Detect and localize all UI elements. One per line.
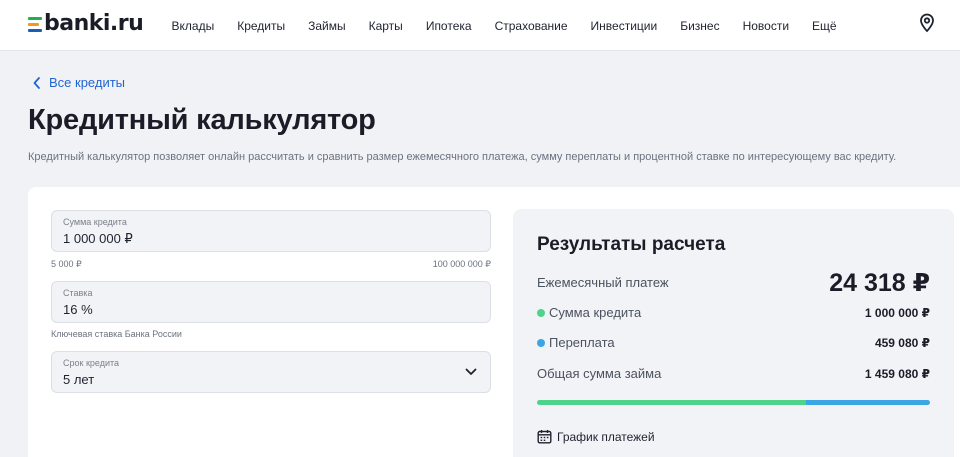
- nav-item-news[interactable]: Новости: [743, 19, 789, 33]
- loan-amount-label: Сумма кредита: [63, 217, 127, 227]
- results-title: Результаты расчета: [537, 234, 726, 255]
- overpay-row-label: Переплата: [537, 335, 615, 350]
- top-header: banki.ru Вклады Кредиты Займы Карты Ипот…: [0, 0, 960, 51]
- rate-field[interactable]: Ставка 16 %: [51, 281, 491, 323]
- overpay-bar-segment: [806, 400, 930, 405]
- nav-item-investments[interactable]: Инвестиции: [591, 19, 658, 33]
- page-title: Кредитный калькулятор: [28, 104, 376, 136]
- results-panel: Результаты расчета Ежемесячный платеж 24…: [513, 209, 954, 457]
- nav-item-credits[interactable]: Кредиты: [237, 19, 285, 33]
- key-rate-link[interactable]: Ключевая ставка Банка России: [51, 329, 182, 339]
- total-value: 1 459 080 ₽: [864, 367, 930, 381]
- back-to-credits-link[interactable]: Все кредиты: [32, 75, 125, 90]
- overpay-label: Переплата: [549, 335, 615, 350]
- nav-item-mortgage[interactable]: Ипотека: [426, 19, 472, 33]
- principal-label: Сумма кредита: [549, 305, 642, 320]
- banki-logo[interactable]: banki.ru: [28, 11, 144, 36]
- nav-item-loans[interactable]: Займы: [308, 19, 346, 33]
- chevron-left-icon: [33, 76, 40, 89]
- map-pin-icon[interactable]: [918, 13, 936, 33]
- overpay-dot-icon: [537, 338, 545, 347]
- loan-term-value: 5 лет: [63, 372, 95, 387]
- principal-row-label: Сумма кредита: [537, 305, 641, 320]
- loan-term-select[interactable]: Срок кредита 5 лет: [51, 351, 491, 393]
- chevron-down-icon: [465, 368, 477, 375]
- loan-term-label: Срок кредита: [63, 358, 120, 368]
- main-nav: Вклады Кредиты Займы Карты Ипотека Страх…: [160, 0, 848, 51]
- loan-amount-field[interactable]: Сумма кредита 1 000 000 ₽: [51, 210, 491, 252]
- payment-split-bar: [537, 400, 930, 405]
- overpay-value: 459 080 ₽: [874, 336, 930, 350]
- loan-amount-value[interactable]: 1 000 000 ₽: [63, 231, 133, 247]
- loan-amount-min: 5 000 ₽: [51, 259, 82, 269]
- nav-item-business[interactable]: Бизнес: [680, 19, 719, 33]
- logo-text: banki.ru: [44, 11, 144, 36]
- payment-schedule-label: График платежей: [557, 429, 655, 444]
- nav-item-more[interactable]: Ещё: [812, 19, 837, 33]
- logo-mark-icon: [28, 15, 42, 33]
- nav-item-deposits[interactable]: Вклады: [172, 19, 215, 33]
- principal-bar-segment: [537, 400, 807, 405]
- total-label: Общая сумма займа: [537, 366, 662, 381]
- back-link-label: Все кредиты: [49, 75, 126, 90]
- monthly-payment-value: 24 318 ₽: [829, 269, 930, 297]
- principal-value: 1 000 000 ₽: [864, 306, 930, 320]
- nav-item-insurance[interactable]: Страхование: [495, 19, 568, 33]
- rate-label: Ставка: [63, 288, 93, 298]
- page-description: Кредитный калькулятор позволяет онлайн р…: [28, 151, 897, 163]
- calendar-icon: [537, 430, 552, 444]
- payment-schedule-link[interactable]: График платежей: [537, 429, 655, 444]
- loan-amount-max: 100 000 000 ₽: [432, 259, 491, 269]
- rate-value[interactable]: 16 %: [63, 302, 93, 317]
- monthly-payment-label: Ежемесячный платеж: [537, 275, 669, 290]
- principal-dot-icon: [537, 308, 545, 317]
- nav-item-cards[interactable]: Карты: [369, 19, 403, 33]
